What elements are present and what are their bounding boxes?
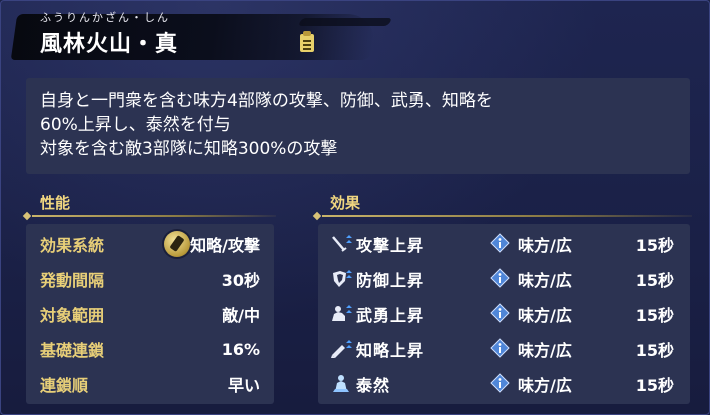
performance-label: 対象範囲 bbox=[40, 306, 105, 325]
performance-value: 敵/中 bbox=[222, 306, 260, 325]
effect-duration: 15秒 bbox=[635, 271, 674, 290]
effect-row[interactable]: 泰然 味方/広 15秒 bbox=[318, 368, 690, 400]
effect-target: 味方/広 bbox=[518, 236, 572, 255]
performance-row: 効果系統 知略/攻撃 bbox=[26, 228, 274, 260]
effect-name: 武勇上昇 bbox=[356, 306, 425, 325]
valor-up-icon bbox=[332, 305, 352, 321]
effect-name: 防御上昇 bbox=[356, 271, 425, 290]
effect-name: 攻撃上昇 bbox=[356, 236, 425, 255]
description-line: 対象を含む敵3部隊に知略300%の攻撃 bbox=[40, 139, 338, 159]
effect-duration: 15秒 bbox=[635, 341, 674, 360]
performance-label: 発動間隔 bbox=[40, 271, 105, 290]
effect-name: 知略上昇 bbox=[356, 341, 425, 360]
attack-up-icon bbox=[332, 235, 352, 252]
skill-title-reading: ふうりんかざん・しん bbox=[40, 11, 170, 24]
effect-target: 味方/広 bbox=[518, 271, 572, 290]
effect-duration: 15秒 bbox=[635, 236, 674, 255]
effect-row[interactable]: 知略上昇 味方/広 15秒 bbox=[318, 333, 690, 365]
performance-label: 効果系統 bbox=[40, 236, 105, 255]
effect-target: 味方/広 bbox=[518, 306, 572, 325]
performance-row: 発動間隔 30秒 bbox=[26, 263, 274, 295]
info-icon[interactable] bbox=[490, 338, 510, 358]
description-line: 60%上昇し、泰然を付与 bbox=[40, 115, 231, 135]
performance-row: 対象範囲 敵/中 bbox=[26, 298, 274, 330]
section-divider bbox=[32, 215, 276, 217]
skill-title: 風林火山・真 bbox=[40, 32, 179, 57]
performance-value: 30秒 bbox=[221, 271, 260, 290]
performance-value: 16% bbox=[221, 339, 260, 359]
intellect-up-icon bbox=[331, 340, 352, 358]
performance-row: 連鎖順 早い bbox=[26, 368, 274, 400]
effect-target: 味方/広 bbox=[518, 376, 572, 395]
composure-icon bbox=[333, 375, 349, 392]
effects-table: 攻撃上昇 味方/広 15秒 防御上昇 味方/広 15秒 武勇上昇 味方/広 15… bbox=[318, 224, 690, 404]
info-icon[interactable] bbox=[490, 373, 510, 393]
title-brush-tail bbox=[297, 18, 393, 26]
performance-row: 基礎連鎖 16% bbox=[26, 333, 274, 365]
section-divider bbox=[322, 215, 692, 217]
effect-target: 味方/広 bbox=[518, 341, 572, 360]
effect-row[interactable]: 防御上昇 味方/広 15秒 bbox=[318, 263, 690, 295]
info-icon[interactable] bbox=[490, 233, 510, 253]
intellect-seal-icon bbox=[164, 231, 190, 257]
defense-up-icon bbox=[333, 270, 352, 287]
effects-heading: 効果 bbox=[330, 194, 361, 212]
performance-table: 効果系統 知略/攻撃 発動間隔 30秒 対象範囲 敵/中 基礎連鎖 16% 連鎖… bbox=[26, 224, 274, 404]
effect-duration: 15秒 bbox=[635, 376, 674, 395]
info-icon[interactable] bbox=[490, 303, 510, 323]
effect-name: 泰然 bbox=[356, 376, 391, 395]
performance-label: 基礎連鎖 bbox=[40, 341, 105, 360]
performance-value: 知略/攻撃 bbox=[190, 236, 260, 255]
info-icon[interactable] bbox=[490, 268, 510, 288]
effect-duration: 15秒 bbox=[635, 306, 674, 325]
performance-label: 連鎖順 bbox=[40, 376, 89, 395]
performance-value: 早い bbox=[227, 376, 260, 395]
performance-heading: 性能 bbox=[40, 194, 71, 212]
skill-description: 自身と一門衆を含む味方4部隊の攻撃、防御、武勇、知略を 60%上昇し、泰然を付与… bbox=[26, 78, 690, 174]
description-line: 自身と一門衆を含む味方4部隊の攻撃、防御、武勇、知略を bbox=[40, 91, 493, 111]
document-icon[interactable] bbox=[300, 31, 314, 52]
effect-row[interactable]: 武勇上昇 味方/広 15秒 bbox=[318, 298, 690, 330]
effect-row[interactable]: 攻撃上昇 味方/広 15秒 bbox=[318, 228, 690, 260]
